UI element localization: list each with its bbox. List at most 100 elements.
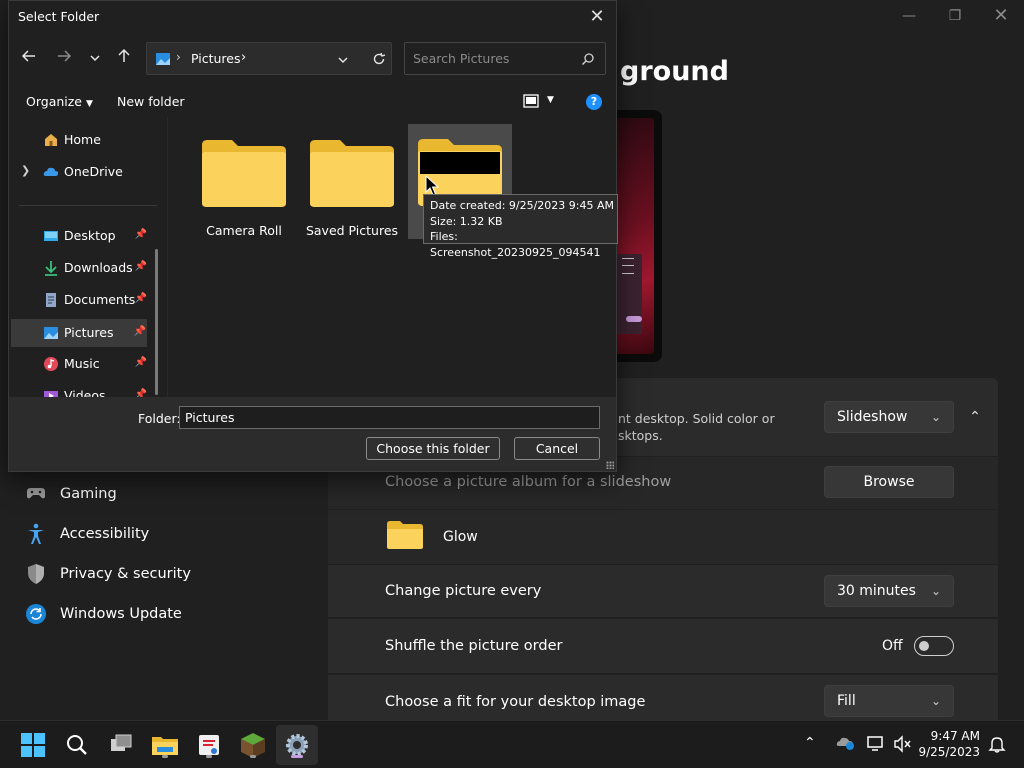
change-interval-row: Change picture every 30 minutes ⌄ bbox=[328, 565, 998, 617]
dialog-close-button[interactable]: ✕ bbox=[582, 3, 612, 31]
breadcrumb-pictures[interactable]: Pictures bbox=[191, 51, 241, 66]
nav-item-privacy[interactable]: Privacy & security bbox=[24, 559, 191, 589]
snipping-tool-button[interactable] bbox=[193, 729, 225, 761]
cancel-button[interactable]: Cancel bbox=[514, 437, 600, 460]
search-box bbox=[404, 42, 606, 75]
pictures-icon bbox=[156, 53, 170, 65]
search-icon[interactable] bbox=[581, 52, 595, 66]
personalize-description: nt desktop. Solid color or sktops. bbox=[618, 411, 775, 443]
folder-label: Camera Roll bbox=[206, 223, 282, 238]
refresh-icon[interactable] bbox=[372, 52, 386, 66]
network-icon[interactable] bbox=[866, 735, 886, 757]
shuffle-toggle[interactable] bbox=[914, 636, 954, 656]
command-bar: Organize ▼ New folder ▼ ? bbox=[9, 87, 616, 117]
minimize-button[interactable]: — bbox=[886, 4, 932, 28]
folder-saved-pictures[interactable]: Saved Pictures bbox=[300, 125, 404, 238]
dropdown-arrow-icon: ▼ bbox=[85, 99, 93, 109]
start-button[interactable] bbox=[17, 729, 49, 761]
nav-downloads[interactable]: Downloads 📌 bbox=[11, 255, 148, 281]
nav-item-gaming[interactable]: Gaming bbox=[24, 479, 117, 509]
nav-onedrive[interactable]: ❯ OneDrive bbox=[11, 159, 148, 185]
forward-button[interactable] bbox=[52, 47, 76, 71]
nav-pictures[interactable]: Pictures 📌 bbox=[11, 319, 147, 347]
choose-folder-button[interactable]: Choose this folder bbox=[366, 437, 500, 460]
up-button[interactable] bbox=[112, 47, 136, 71]
pin-icon: 📌 bbox=[134, 261, 147, 272]
folder-icon bbox=[387, 521, 423, 549]
change-view-button[interactable] bbox=[523, 94, 539, 112]
notification-bell-icon[interactable] bbox=[988, 735, 1006, 757]
pin-icon: 📌 bbox=[134, 293, 147, 304]
clock-date: 9/25/2023 bbox=[918, 745, 980, 759]
show-hidden-icons-button[interactable]: ⌃ bbox=[804, 735, 816, 751]
music-icon bbox=[44, 357, 58, 371]
background-type-dropdown[interactable]: Slideshow ⌄ bbox=[824, 401, 954, 433]
chevron-down-icon[interactable] bbox=[337, 54, 349, 66]
settings-button[interactable] bbox=[281, 729, 313, 761]
minecraft-button[interactable] bbox=[237, 729, 269, 761]
expand-chevron-icon[interactable]: ❯ bbox=[21, 164, 30, 177]
folder-icon bbox=[310, 140, 394, 207]
new-folder-button[interactable]: New folder bbox=[117, 94, 185, 109]
pin-icon: 📌 bbox=[134, 357, 147, 368]
breadcrumb-separator: › bbox=[176, 50, 181, 64]
task-view-button[interactable] bbox=[105, 729, 137, 761]
folder-label: Saved Pictures bbox=[305, 223, 399, 238]
clock[interactable]: 9:47 AM 9/25/2023 bbox=[918, 728, 980, 760]
chevron-up-icon[interactable]: ⌃ bbox=[964, 401, 986, 433]
arrow-left-icon bbox=[21, 50, 35, 62]
gamepad-icon bbox=[24, 482, 48, 506]
update-icon bbox=[24, 602, 48, 626]
arrow-right-icon bbox=[58, 50, 72, 62]
organize-button[interactable]: Organize ▼ bbox=[26, 94, 93, 109]
back-button[interactable] bbox=[17, 47, 41, 71]
pin-icon: 📌 bbox=[134, 229, 147, 240]
shuffle-state: Off bbox=[882, 638, 903, 654]
pin-icon: 📌 bbox=[134, 389, 147, 397]
search-icon bbox=[67, 735, 87, 755]
nav-videos[interactable]: Videos 📌 bbox=[11, 383, 148, 397]
search-input[interactable] bbox=[406, 44, 576, 73]
document-icon bbox=[46, 293, 56, 307]
close-button[interactable]: ✕ bbox=[978, 4, 1024, 28]
chevron-down-icon: ⌄ bbox=[930, 694, 941, 708]
nav-documents[interactable]: Documents 📌 bbox=[11, 287, 148, 313]
album-name: Glow bbox=[443, 529, 478, 545]
recent-locations-button[interactable] bbox=[83, 47, 107, 71]
address-bar[interactable]: › Pictures › bbox=[146, 42, 392, 75]
volume-muted-icon[interactable] bbox=[893, 735, 913, 757]
help-button[interactable]: ? bbox=[586, 94, 602, 110]
breadcrumb-chevron[interactable]: › bbox=[241, 50, 246, 65]
nav-desktop[interactable]: Desktop 📌 bbox=[11, 223, 148, 249]
chevron-down-icon: ⌄ bbox=[930, 410, 941, 424]
folder-camera-roll[interactable]: Camera Roll bbox=[192, 125, 296, 238]
change-interval-dropdown[interactable]: 30 minutes ⌄ bbox=[824, 575, 954, 607]
maximize-button[interactable]: ❐ bbox=[932, 4, 978, 28]
accessibility-icon bbox=[24, 522, 48, 546]
nav-item-accessibility[interactable]: Accessibility bbox=[24, 519, 149, 549]
page-title: ground bbox=[620, 56, 729, 87]
album-label: Choose a picture album for a slideshow bbox=[385, 474, 672, 490]
album-folder-row: Glow bbox=[328, 510, 998, 564]
change-interval-label: Change picture every bbox=[385, 583, 542, 599]
folder-name-input[interactable] bbox=[179, 406, 600, 429]
arrow-up-icon bbox=[118, 48, 130, 62]
view-options-dropdown[interactable]: ▼ bbox=[547, 95, 554, 105]
resize-grip[interactable] bbox=[606, 461, 614, 469]
folder-field-label: Folder: bbox=[138, 411, 181, 426]
nav-item-windows-update[interactable]: Windows Update bbox=[24, 599, 182, 629]
fit-dropdown[interactable]: Fill ⌄ bbox=[824, 685, 954, 717]
nav-home[interactable]: Home bbox=[11, 127, 148, 153]
shield-icon bbox=[24, 562, 48, 586]
cloud-icon bbox=[43, 167, 59, 176]
search-button[interactable] bbox=[61, 729, 93, 761]
onedrive-tray-icon[interactable] bbox=[836, 735, 854, 755]
browse-button[interactable]: Browse bbox=[824, 466, 954, 498]
navigation-scrollbar[interactable] bbox=[155, 249, 158, 395]
clock-time: 9:47 AM bbox=[930, 729, 980, 743]
shuffle-label: Shuffle the picture order bbox=[385, 638, 563, 654]
nav-music[interactable]: Music 📌 bbox=[11, 351, 148, 377]
folder-icon bbox=[202, 140, 286, 207]
file-explorer-button[interactable] bbox=[149, 729, 181, 761]
dialog-title: Select Folder bbox=[18, 9, 100, 24]
